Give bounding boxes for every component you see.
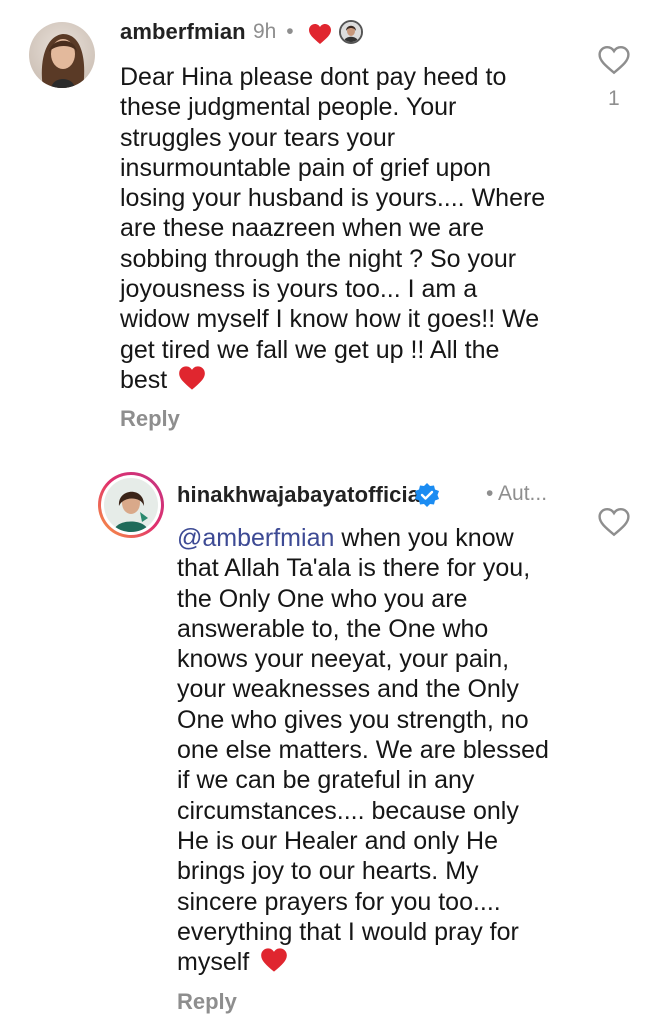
comment-timestamp: 9h •	[253, 20, 294, 44]
reply-line: circumstances.... because only	[177, 796, 519, 825]
reply-line: your weaknesses and the Only	[177, 675, 519, 704]
comment-line: losing your husband is yours.... Where	[120, 184, 546, 213]
comment-like-heart-icon[interactable]	[598, 45, 630, 75]
comment-line: get tired we fall we get up !! All the	[120, 335, 500, 364]
reply-line: one else matters. We are blessed	[177, 736, 549, 765]
reply-line: that Allah Ta'ala is there for you,	[177, 554, 531, 583]
reply-line: He is our Healer and only He	[177, 826, 498, 855]
comment-line: Dear Hina please dont pay heed to	[120, 63, 507, 91]
commenter-username[interactable]: amberfmian	[120, 19, 246, 45]
reply-line: everything that I would pray for	[177, 917, 519, 946]
comment-line: these judgmental people. Your	[120, 93, 457, 122]
red-heart-emoji-icon	[261, 948, 288, 972]
reply-reply-button[interactable]: Reply	[177, 989, 237, 1015]
replier-avatar[interactable]	[98, 472, 164, 538]
comment-last-word: best	[120, 365, 168, 394]
reply-last-word: myself	[177, 948, 250, 977]
reply-line: answerable to, the One who	[177, 614, 489, 643]
reply-meta: • Aut...	[486, 482, 548, 505]
comment-body: Dear Hina please dont pay heed to these …	[120, 62, 590, 395]
comment-like-count: 1	[608, 87, 620, 110]
reply-line: knows your neeyat, your pain,	[177, 645, 510, 674]
replier-avatar-photo	[104, 478, 158, 532]
replier-username[interactable]: hinakhwajabayatofficial	[177, 482, 426, 508]
comment-reply-button[interactable]: Reply	[120, 406, 180, 432]
comment-line: joyousness is yours too... I am a	[120, 275, 478, 304]
comment-line-last: best	[120, 365, 590, 395]
avatar-photo	[29, 22, 95, 88]
reply-line-last: myself	[177, 947, 577, 977]
comment-time: 9h	[253, 20, 277, 43]
reply-like-heart-icon[interactable]	[598, 507, 630, 537]
comment-line: are these naazreen when we are	[120, 214, 485, 243]
meta-separator: •	[286, 20, 294, 43]
liked-by-creator-heart-icon	[309, 24, 331, 44]
reply-line: if we can be grateful in any	[177, 766, 475, 795]
red-heart-emoji-icon	[179, 366, 206, 390]
reply-body: @amberfmian when you know that Allah Ta'…	[177, 523, 577, 977]
comment-line: struggles your tears your	[120, 123, 396, 152]
reply-line: brings joy to our hearts. My	[177, 857, 479, 886]
creator-mini-avatar	[339, 20, 363, 44]
commenter-avatar[interactable]	[29, 22, 95, 88]
comment-line: sobbing through the night ? So your	[120, 244, 517, 273]
comment-line: widow myself I know how it goes!! We	[120, 305, 540, 334]
reply-line: sincere prayers for you too....	[177, 887, 501, 916]
comment-line: insurmountable pain of grief upon	[120, 153, 492, 182]
reply-line: One who gives you strength, no	[177, 705, 529, 734]
mention-link[interactable]: @amberfmian	[177, 524, 334, 552]
reply-first-line-text: when you know	[334, 524, 514, 552]
verified-badge-icon	[415, 483, 439, 507]
reply-line: the Only One who you are	[177, 584, 468, 613]
reply-first-line: @amberfmian when you know	[177, 523, 577, 553]
